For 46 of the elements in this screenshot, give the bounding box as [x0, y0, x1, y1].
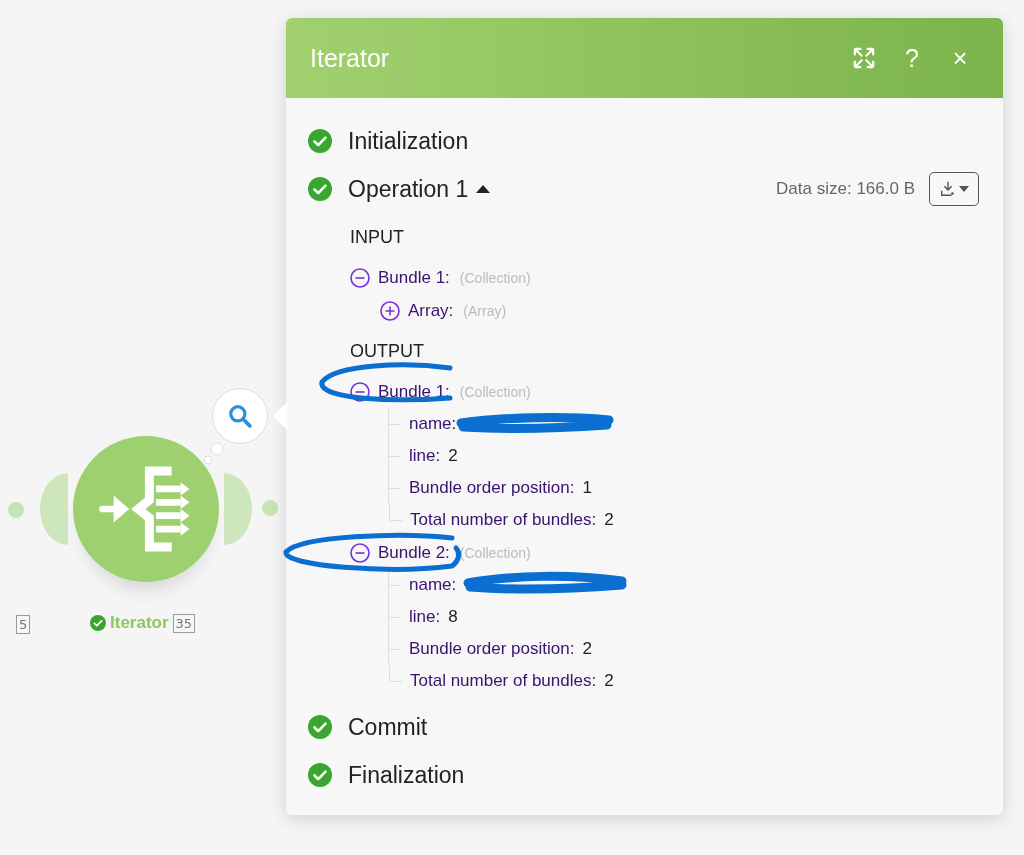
field-value: 2	[604, 510, 614, 530]
toggle-button[interactable]	[350, 381, 370, 402]
section-heading: OUTPUT	[350, 340, 425, 363]
type-hint: (Collection)	[459, 544, 531, 561]
operation-count: 5	[16, 615, 31, 634]
step-label: Commit	[348, 713, 428, 741]
panel-title: Iterator	[310, 43, 391, 73]
connector-handle[interactable]	[40, 473, 68, 545]
download-button[interactable]	[929, 172, 979, 206]
expand-icon	[380, 300, 400, 321]
collapse-icon	[350, 381, 370, 402]
thought-bubble-icon	[203, 442, 224, 465]
search-icon	[228, 404, 252, 428]
connector-dot	[262, 500, 278, 516]
type-hint: (Collection)	[459, 383, 531, 400]
field-value: 8	[448, 607, 458, 627]
collapse-icon	[350, 267, 370, 288]
download-icon	[939, 180, 957, 198]
caret-icon	[959, 186, 969, 192]
step-label: Finalization	[348, 761, 465, 789]
field-value: 2	[604, 671, 614, 691]
step-label: Initialization	[348, 127, 469, 155]
field-value: 2	[448, 446, 458, 466]
field-value: 2	[582, 639, 592, 659]
toggle-button[interactable]	[350, 267, 370, 288]
inspect-button[interactable]	[212, 388, 268, 444]
module-label: Iterator	[110, 613, 169, 633]
collapse-icon	[350, 542, 370, 563]
operation-count: 35	[172, 613, 196, 633]
connector-dot	[8, 502, 24, 518]
step-label[interactable]: Operation 1	[348, 175, 469, 203]
tree-label[interactable]: Bundle 2:	[378, 542, 450, 563]
tree-label[interactable]: Array:	[408, 300, 454, 321]
type-hint: (Array)	[463, 302, 507, 319]
toggle-button[interactable]	[380, 300, 400, 321]
tree-label[interactable]: Bundle 1:	[378, 267, 450, 288]
field-label: Bundle order position:	[389, 478, 575, 498]
caret-icon[interactable]	[476, 185, 491, 193]
section-heading: INPUT	[350, 226, 405, 249]
field-label: Bundle order position:	[389, 639, 575, 659]
data-size-label: Data size: 166.0 B	[776, 179, 915, 199]
type-hint: (Collection)	[459, 269, 531, 286]
connector-handle[interactable]	[224, 473, 252, 545]
toggle-button[interactable]	[350, 542, 370, 563]
field-value: 1	[582, 478, 592, 498]
expand-icon	[853, 47, 875, 69]
